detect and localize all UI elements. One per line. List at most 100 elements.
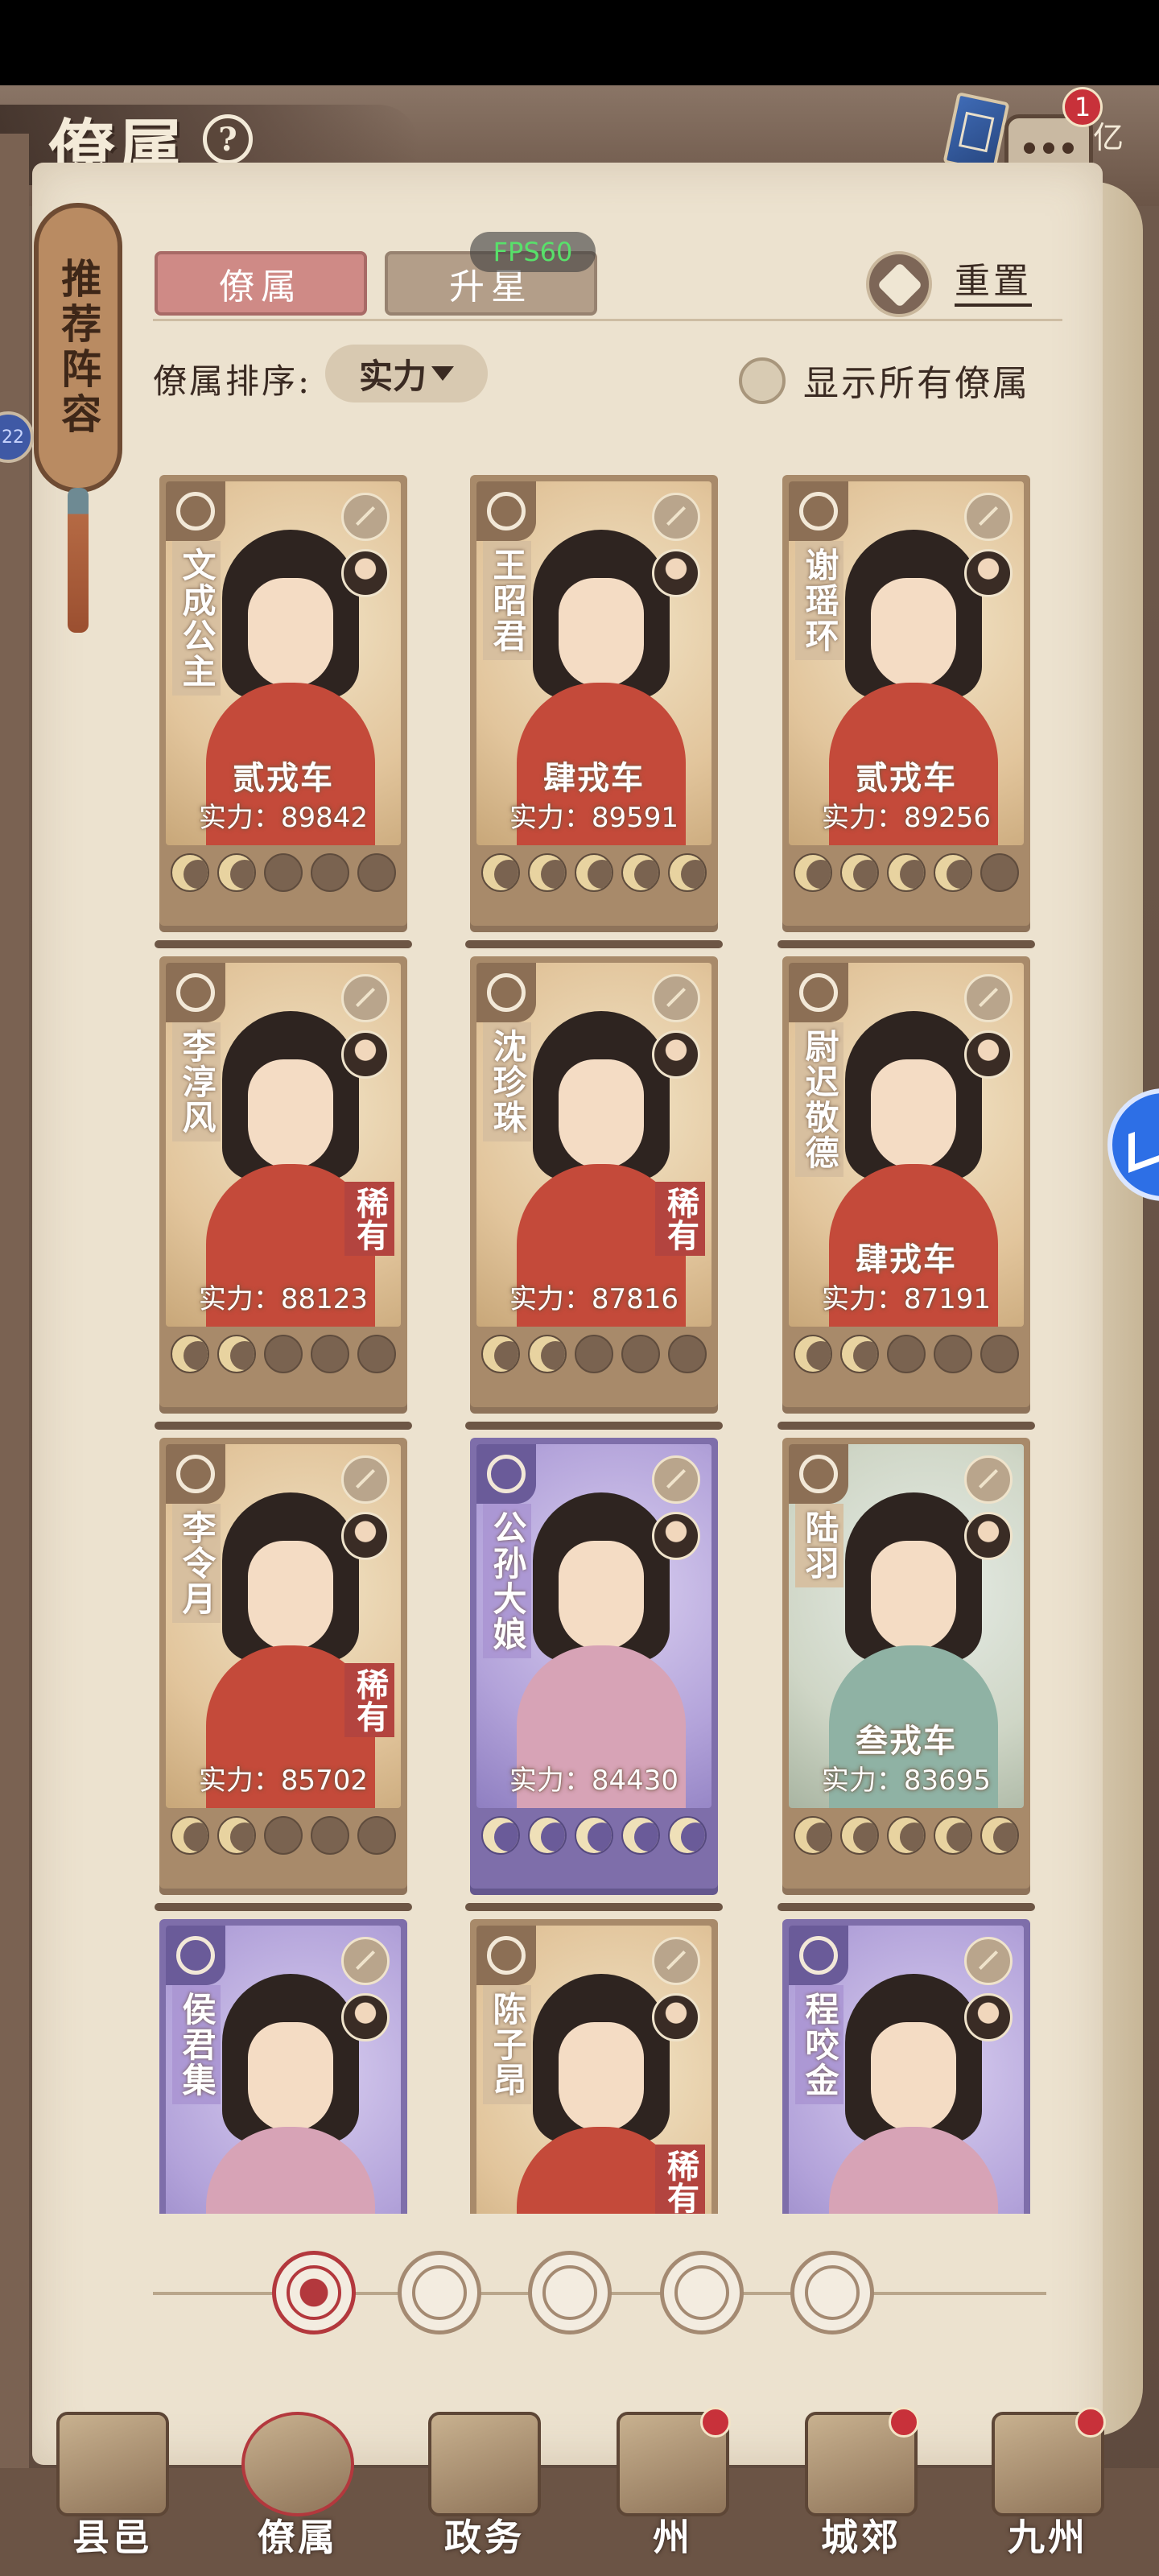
nav-item[interactable]: 僚属 <box>225 2412 370 2576</box>
skill-icon <box>652 974 700 1022</box>
star-icon <box>528 853 567 892</box>
fan-filter-icon[interactable] <box>660 2251 744 2334</box>
star-icon <box>171 1335 209 1373</box>
class-icon <box>789 963 848 1022</box>
character-card[interactable]: 谢瑶环 贰戎车 实力：89256 <box>777 475 1035 948</box>
nav-label: 九州 <box>1008 2516 1088 2559</box>
beast-filter-icon[interactable] <box>790 2251 874 2334</box>
character-name: 公孙大娘 <box>483 1504 531 1658</box>
scroll-rod <box>155 1422 412 1430</box>
character-card[interactable]: 陈子昂 稀有 <box>470 1919 718 2214</box>
character-name: 侯君集 <box>172 1985 221 2104</box>
partner-avatar-icon <box>341 1030 390 1079</box>
civil-filter-icon[interactable] <box>398 2251 481 2334</box>
power-value: 实力：83695 <box>821 1765 992 1797</box>
nav-item[interactable]: 九州 <box>975 2407 1120 2576</box>
skill-icon <box>341 1455 390 1504</box>
class-icon <box>166 1926 225 1985</box>
star-icon <box>528 1335 567 1373</box>
rare-tag: 稀有 <box>344 1663 394 1737</box>
class-icon <box>166 1444 225 1504</box>
partner-avatar-icon <box>652 549 700 597</box>
rare-tag: 稀有 <box>655 1182 705 1256</box>
class-icon <box>476 481 536 541</box>
star-icon <box>794 1816 832 1855</box>
star-icon <box>481 853 520 892</box>
power-value: 实力：89591 <box>509 802 679 834</box>
power-value: 实力：89256 <box>821 802 992 834</box>
skill-icon <box>652 1937 700 1985</box>
power-value: 实力：87191 <box>821 1283 992 1315</box>
skill-icon <box>652 1455 700 1504</box>
class-icon <box>476 1444 536 1504</box>
star-row <box>481 1816 707 1863</box>
character-card[interactable]: 沈珍珠稀有实力：87816 <box>465 956 723 1430</box>
all-filter-icon[interactable] <box>272 2251 356 2334</box>
character-portrait: 侯君集 <box>166 1926 401 2214</box>
nav-label: 县邑 <box>72 2516 153 2559</box>
rank-label: 贰戎车 <box>856 759 957 797</box>
character-card[interactable]: 程咬金 <box>782 1919 1030 2214</box>
class-icon <box>789 1444 848 1504</box>
partner-avatar-icon <box>964 1030 1013 1079</box>
partner-avatar-icon <box>964 549 1013 597</box>
notification-dot <box>889 2407 919 2438</box>
character-name: 李令月 <box>172 1504 221 1623</box>
partner-avatar-icon <box>341 1512 390 1560</box>
star-icon <box>887 1335 926 1373</box>
partner-avatar-icon <box>652 1993 700 2041</box>
character-name: 王昭君 <box>483 541 531 660</box>
character-card[interactable]: 侯君集 <box>159 1919 407 2214</box>
skill-icon <box>964 974 1013 1022</box>
scroll-rod <box>155 940 412 948</box>
star-icon <box>668 1335 707 1373</box>
star-icon <box>621 853 660 892</box>
scroll-rod <box>465 940 723 948</box>
nav-building-icon <box>428 2412 541 2516</box>
nav-item[interactable]: 州 <box>600 2407 745 2576</box>
partner-avatar-icon <box>964 1993 1013 2041</box>
star-icon <box>311 1816 349 1855</box>
star-icon <box>840 1816 879 1855</box>
rank-label: 叁戎车 <box>856 1722 957 1760</box>
notification-dot <box>700 2407 731 2438</box>
star-row <box>171 1816 396 1863</box>
character-portrait: 文成公主 贰戎车 实力：89842 <box>166 481 401 845</box>
character-name: 沈珍珠 <box>483 1022 531 1141</box>
character-card[interactable]: 陆羽 叁戎车 实力：83695 <box>777 1438 1035 1911</box>
notification-dot <box>1075 2407 1106 2438</box>
star-icon <box>357 1816 396 1855</box>
character-name: 李淳风 <box>172 1022 221 1141</box>
power-value: 实力：88123 <box>198 1283 369 1315</box>
star-icon <box>980 1816 1019 1855</box>
character-card[interactable]: 文成公主 贰戎车 实力：89842 <box>155 475 412 948</box>
skill-icon <box>964 493 1013 541</box>
star-icon <box>794 1335 832 1373</box>
rare-tag: 稀有 <box>344 1182 394 1256</box>
star-icon <box>575 1816 613 1855</box>
character-card[interactable]: 尉迟敬德 肆戎车 实力：87191 <box>777 956 1035 1430</box>
rank-label: 肆戎车 <box>543 759 645 797</box>
skill-icon <box>964 1455 1013 1504</box>
character-card[interactable]: 王昭君肆戎车实力：89591 <box>465 475 723 948</box>
skill-icon <box>652 493 700 541</box>
star-icon <box>980 853 1019 892</box>
character-portrait: 陆羽 叁戎车 实力：83695 <box>789 1444 1024 1808</box>
gourd-filter-icon[interactable] <box>528 2251 612 2334</box>
star-icon <box>171 853 209 892</box>
partner-avatar-icon <box>964 1512 1013 1560</box>
power-value: 实力：87816 <box>509 1283 679 1315</box>
rank-label: 肆戎车 <box>856 1241 957 1278</box>
star-icon <box>840 853 879 892</box>
scroll-rod <box>465 1422 723 1430</box>
character-card[interactable]: 公孙大娘 实力：84430 <box>465 1438 723 1911</box>
star-icon <box>311 1335 349 1373</box>
nav-label: 城郊 <box>821 2516 901 2559</box>
nav-item[interactable]: 县邑 <box>40 2412 185 2576</box>
star-icon <box>980 1335 1019 1373</box>
nav-item[interactable]: 政务 <box>412 2412 557 2576</box>
character-card[interactable]: 李淳风稀有实力：88123 <box>155 956 412 1430</box>
character-portrait: 公孙大娘 实力：84430 <box>476 1444 711 1808</box>
character-card[interactable]: 李令月 稀有 实力：85702 <box>155 1438 412 1911</box>
nav-item[interactable]: 城郊 <box>789 2407 934 2576</box>
